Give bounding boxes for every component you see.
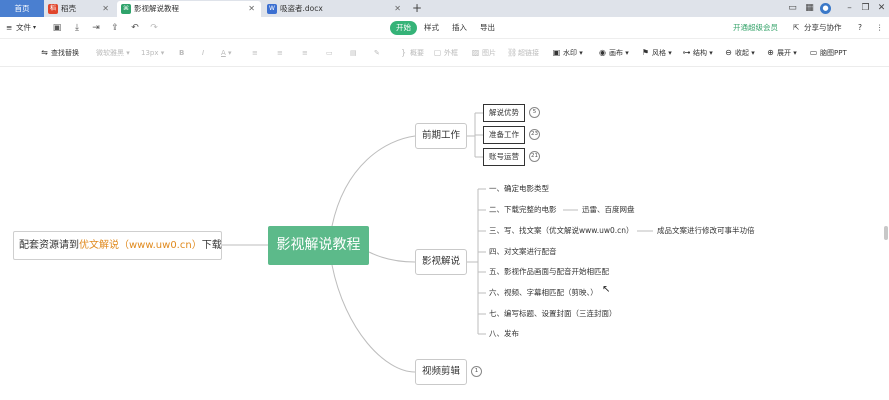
resource-note-suffix: 下载 [201, 240, 222, 251]
step-2[interactable]: 二、下载完整的电影 [489, 204, 557, 216]
step-7[interactable]: 七、编写标题、设置封面（三连封面） [489, 308, 617, 320]
prep-advantage[interactable]: 解说优势 [483, 104, 525, 122]
resource-note-prefix: 配套资源请到 [19, 240, 79, 251]
step-4[interactable]: 四、对文案进行配音 [489, 246, 557, 258]
step-6[interactable]: 六、视频、字幕相匹配（剪映、） [489, 287, 598, 299]
root-topic[interactable]: 影视解说教程 [268, 226, 369, 265]
prep-preparation[interactable]: 准备工作 [483, 126, 525, 144]
step-3-note[interactable]: 成品文案进行修改可事半功倍 [657, 225, 755, 237]
step-2-note[interactable]: 迅雷、百度网盘 [582, 204, 635, 216]
prep-preparation-count[interactable]: 23 [529, 129, 540, 140]
resource-note[interactable]: 配套资源请到优文解说（www.uw0.cn）下载 [13, 231, 222, 260]
step-1[interactable]: 一、确定电影类型 [489, 183, 549, 195]
step-3[interactable]: 三、写、找文案（优文解说www.uw0.cn） [489, 225, 634, 237]
branch-commentary[interactable]: 影视解说 [415, 249, 467, 275]
prep-advantage-count[interactable]: 5 [529, 107, 540, 118]
connector-lines [222, 112, 653, 373]
mouse-cursor-icon: ↖ [602, 284, 611, 295]
step-5[interactable]: 五、影视作品画面与配音开始相匹配 [489, 266, 609, 278]
resource-note-link[interactable]: 优文解说（www.uw0.cn） [79, 240, 202, 251]
branch-prep[interactable]: 前期工作 [415, 123, 467, 149]
branch-editing[interactable]: 视频剪辑 [415, 359, 467, 385]
prep-account-count[interactable]: 21 [529, 151, 540, 162]
scrollbar-thumb[interactable] [884, 226, 888, 240]
prep-account[interactable]: 账号运营 [483, 148, 525, 166]
step-8[interactable]: 八、发布 [489, 328, 519, 340]
branch-editing-count[interactable]: 1 [471, 366, 482, 377]
